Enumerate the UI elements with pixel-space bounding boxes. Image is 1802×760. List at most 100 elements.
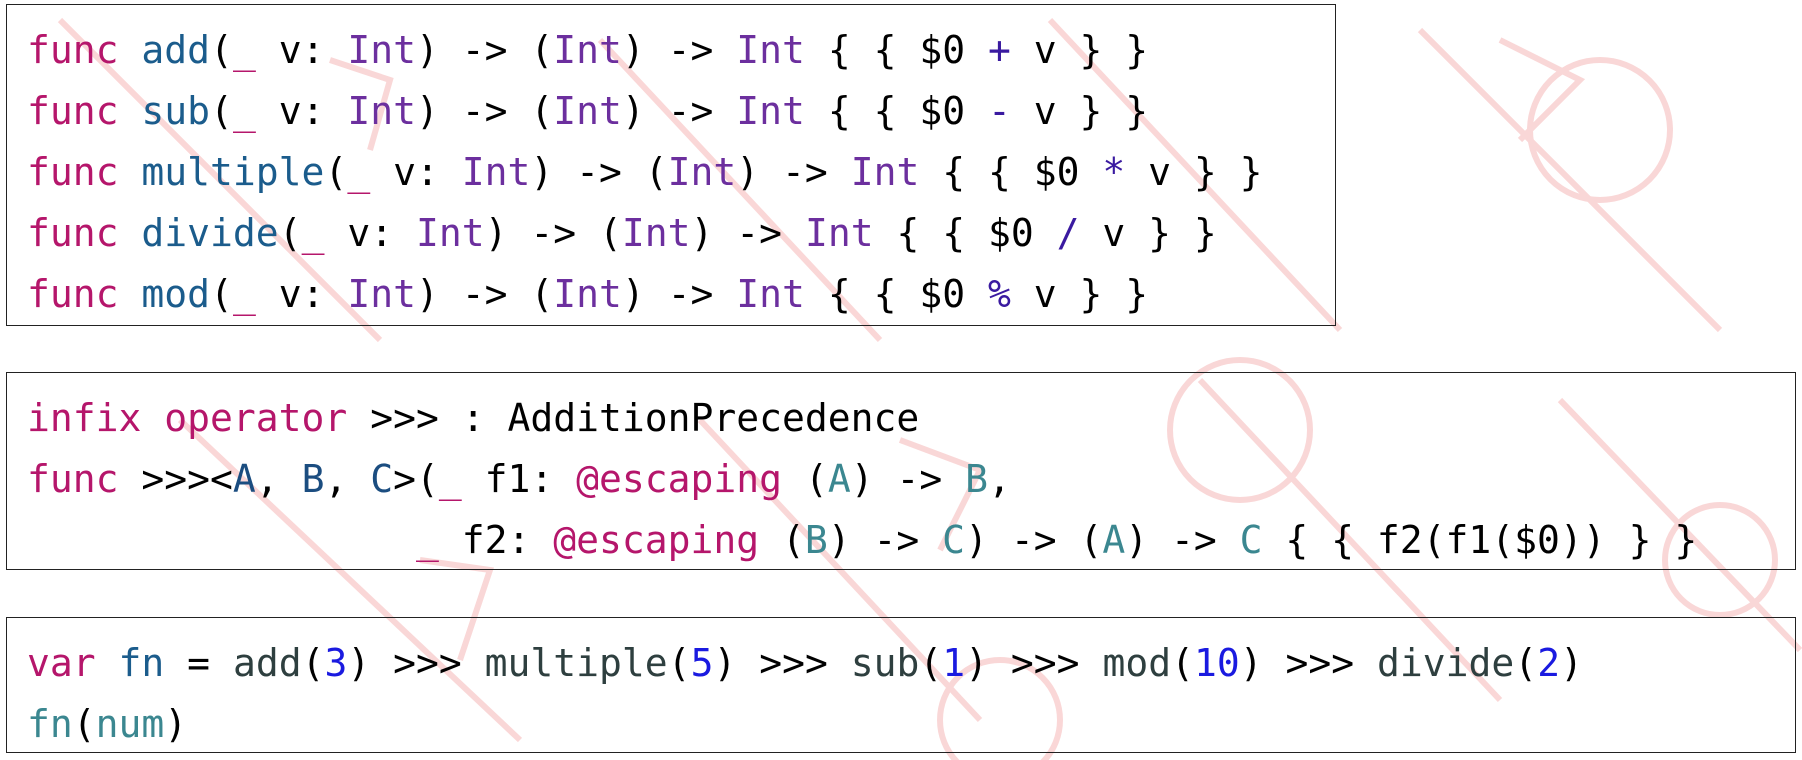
punct: ) -> ( xyxy=(415,272,554,316)
arrow: ) -> ( xyxy=(965,518,1103,562)
punct: ) -> xyxy=(690,211,805,255)
punct: ( xyxy=(72,702,96,746)
operator: % xyxy=(987,272,1011,316)
punct: ) -> xyxy=(621,28,737,72)
number-literal: 1 xyxy=(942,641,966,685)
function-name: sub xyxy=(141,89,211,133)
type-c: C xyxy=(1239,518,1263,562)
operator: * xyxy=(1102,150,1126,194)
generic-a: A xyxy=(232,457,256,501)
body-end: v } } xyxy=(1010,272,1149,316)
keyword-func: func xyxy=(27,457,119,501)
arithmetic-functions-lines: func add(_ v: Int) -> (Int) -> Int { { $… xyxy=(27,20,1335,325)
compose-operator: >>> xyxy=(1262,641,1378,685)
body-end: v } } xyxy=(1010,89,1149,133)
param: v: xyxy=(255,28,348,72)
variable-fn: fn xyxy=(118,641,165,685)
type: Int xyxy=(347,28,416,72)
comma: , xyxy=(255,457,302,501)
punct: ( xyxy=(210,272,233,316)
compose-operator: >>> xyxy=(988,641,1103,685)
code-line-infix-declaration: infix operator >>> : AdditionPrecedence xyxy=(27,388,1795,449)
underscore: _ xyxy=(232,28,256,72)
operator-name: >>>< xyxy=(118,457,233,501)
type: Int xyxy=(804,211,874,255)
underscore: _ xyxy=(438,457,462,501)
code-block-arithmetic-functions: func add(_ v: Int) -> (Int) -> Int { { $… xyxy=(6,4,1336,326)
code-line-var-fn: var fn = add(3) >>> multiple(5) >>> sub(… xyxy=(27,641,1583,685)
punct: ( xyxy=(782,457,828,501)
call-fn: fn xyxy=(27,702,73,746)
punct: ) -> ( xyxy=(484,211,622,255)
body-end: v } } xyxy=(1125,150,1263,194)
equals: = xyxy=(164,641,233,685)
param: v: xyxy=(370,150,462,194)
type: Int xyxy=(553,28,622,72)
call-mod: mod xyxy=(1102,641,1172,685)
punct: ( xyxy=(210,89,233,133)
underscore: _ xyxy=(232,272,256,316)
keyword: func xyxy=(27,150,119,194)
type-b: B xyxy=(804,518,828,562)
operator: / xyxy=(1056,211,1080,255)
comma: , xyxy=(988,457,1011,501)
type: Int xyxy=(621,211,691,255)
arrow: ) -> xyxy=(850,457,966,501)
call-divide: divide xyxy=(1377,641,1515,685)
punct: ) -> ( xyxy=(415,89,554,133)
arrow: ) -> xyxy=(827,518,943,562)
body-end: v } } xyxy=(1010,28,1149,72)
param-f1: f1: xyxy=(461,457,577,501)
code-line-add: func add(_ v: Int) -> (Int) -> Int { { $… xyxy=(27,20,1335,81)
keyword-var: var xyxy=(27,641,96,685)
number-literal: 2 xyxy=(1537,641,1561,685)
generic-c: C xyxy=(370,457,394,501)
code-line-fn-call: fn(num) xyxy=(27,694,1795,755)
compose-body: { { f2(f1($0)) } } xyxy=(1262,518,1698,562)
underscore: _ xyxy=(347,150,371,194)
type-a: A xyxy=(1102,518,1126,562)
arrow: ) -> xyxy=(1125,518,1240,562)
type: Int xyxy=(461,150,531,194)
operator: - xyxy=(987,89,1011,133)
argument-num: num xyxy=(95,702,165,746)
call-add: add xyxy=(232,641,302,685)
type: Int xyxy=(736,28,805,72)
code-block-usage: var fn = add(3) >>> multiple(5) >>> sub(… xyxy=(6,617,1796,753)
precedence-text: >>> : AdditionPrecedence xyxy=(347,396,920,440)
code-block-compose-operator: infix operator >>> : AdditionPrecedence … xyxy=(6,372,1796,570)
underscore: _ xyxy=(301,211,325,255)
punct: ) -> xyxy=(736,150,851,194)
punct: ) -> xyxy=(621,272,737,316)
type: Int xyxy=(850,150,920,194)
number-literal: 5 xyxy=(690,641,714,685)
code-line-divide: func divide(_ v: Int) -> (Int) -> Int { … xyxy=(27,203,1335,264)
punct: ( xyxy=(324,150,348,194)
punct: ( xyxy=(759,518,805,562)
type: Int xyxy=(736,272,805,316)
function-name: multiple xyxy=(141,150,325,194)
compose-operator: >>> xyxy=(736,641,851,685)
function-name: mod xyxy=(141,272,211,316)
type: Int xyxy=(415,211,485,255)
param: v: xyxy=(255,272,348,316)
type-b: B xyxy=(965,457,988,501)
type: Int xyxy=(736,89,805,133)
body: { { $0 xyxy=(873,211,1057,255)
keyword: func xyxy=(27,272,119,316)
call-sub: sub xyxy=(850,641,920,685)
punct: ) -> ( xyxy=(415,28,554,72)
number-literal: 10 xyxy=(1193,641,1240,685)
type: Int xyxy=(347,89,416,133)
punct: ( xyxy=(210,28,233,72)
call-multiple: multiple xyxy=(484,641,668,685)
type-c: C xyxy=(942,518,966,562)
function-name: divide xyxy=(141,211,279,255)
code-line-multiple: func multiple(_ v: Int) -> (Int) -> Int … xyxy=(27,142,1335,203)
body: { { $0 xyxy=(804,89,988,133)
function-name: add xyxy=(141,28,211,72)
